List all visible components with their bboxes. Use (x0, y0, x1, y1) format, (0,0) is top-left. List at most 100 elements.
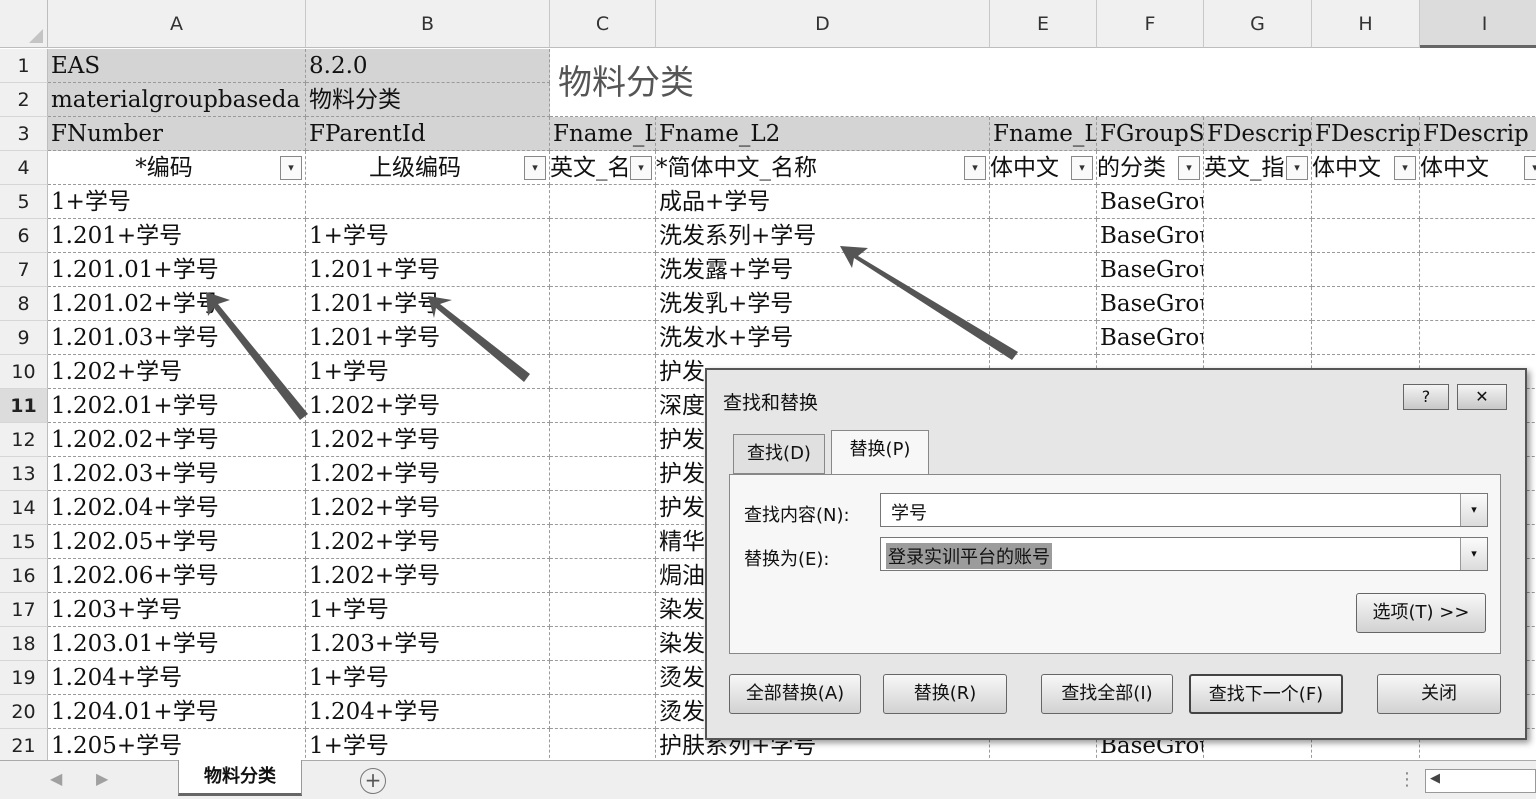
cell-f5[interactable]: BaseGroupStandard (1097, 185, 1204, 219)
close-icon[interactable]: ✕ (1457, 384, 1507, 410)
filter-dropdown-icon[interactable]: ▾ (1394, 156, 1416, 180)
select-all-corner[interactable] (0, 0, 48, 48)
cell-i8[interactable] (1420, 287, 1536, 321)
cell-b9[interactable]: 1.201+学号 (306, 321, 550, 355)
cell-c17[interactable] (550, 593, 656, 627)
cell-i7[interactable] (1420, 253, 1536, 287)
cell-c14[interactable] (550, 491, 656, 525)
cell-b5[interactable] (306, 185, 550, 219)
cell-h7[interactable] (1312, 253, 1420, 287)
cell-c15[interactable] (550, 525, 656, 559)
next-sheet-icon[interactable]: ▶ (96, 769, 108, 788)
cell-c19[interactable] (550, 661, 656, 695)
cell-f3[interactable]: FGroupSt (1097, 117, 1204, 151)
cell-f7[interactable]: BaseGroupStandard (1097, 253, 1204, 287)
cell-c16[interactable] (550, 559, 656, 593)
cell-a5[interactable]: 1+学号 (48, 185, 306, 219)
cell-b17[interactable]: 1+学号 (306, 593, 550, 627)
cell-a17[interactable]: 1.203+学号 (48, 593, 306, 627)
replace-button[interactable]: 替换(R) (883, 674, 1007, 714)
column-header-b[interactable]: B (306, 0, 550, 48)
column-header-h[interactable]: H (1312, 0, 1420, 48)
column-header-f[interactable]: F (1097, 0, 1204, 48)
cell-f6[interactable]: BaseGroupStandard (1097, 219, 1204, 253)
cell-d9[interactable]: 洗发水+学号 (656, 321, 990, 355)
column-header-c[interactable]: C (550, 0, 656, 48)
cell-e8[interactable] (990, 287, 1097, 321)
cell-a10[interactable]: 1.202+学号 (48, 355, 306, 389)
cell-a6[interactable]: 1.201+学号 (48, 219, 306, 253)
cell-d6[interactable]: 洗发系列+学号 (656, 219, 990, 253)
cell-g5[interactable] (1204, 185, 1312, 219)
cell-h5[interactable] (1312, 185, 1420, 219)
row-header-6[interactable]: 6 (0, 219, 48, 253)
cell-c9[interactable] (550, 321, 656, 355)
cell-b4[interactable]: 上级编码 ▾ (306, 151, 550, 185)
cell-a21[interactable]: 1.205+学号 (48, 729, 306, 760)
row-header-17[interactable]: 17 (0, 593, 48, 627)
cell-c3[interactable]: Fname_L1 (550, 117, 656, 151)
cell-h6[interactable] (1312, 219, 1420, 253)
cell-e5[interactable] (990, 185, 1097, 219)
cell-c7[interactable] (550, 253, 656, 287)
cell-a12[interactable]: 1.202.02+学号 (48, 423, 306, 457)
cell-c10[interactable] (550, 355, 656, 389)
row-header-1[interactable]: 1 (0, 49, 48, 83)
cell-a2[interactable]: materialgroupbaseda (48, 83, 306, 117)
cell-g9[interactable] (1204, 321, 1312, 355)
row-header-8[interactable]: 8 (0, 287, 48, 321)
filter-dropdown-icon[interactable]: ▾ (630, 156, 652, 180)
cell-b10[interactable]: 1+学号 (306, 355, 550, 389)
row-header-9[interactable]: 9 (0, 321, 48, 355)
cell-a20[interactable]: 1.204.01+学号 (48, 695, 306, 729)
cell-a15[interactable]: 1.202.05+学号 (48, 525, 306, 559)
cell-a1[interactable]: EAS (48, 49, 306, 83)
filter-dropdown-icon[interactable]: ▾ (1178, 156, 1200, 180)
cell-c11[interactable] (550, 389, 656, 423)
cell-c21[interactable] (550, 729, 656, 760)
filter-dropdown-icon[interactable]: ▾ (964, 156, 986, 180)
cell-a3[interactable]: FNumber (48, 117, 306, 151)
options-button[interactable]: 选项(T) >> (1356, 593, 1486, 633)
replace-all-button[interactable]: 全部替换(A) (729, 674, 861, 714)
cell-a16[interactable]: 1.202.06+学号 (48, 559, 306, 593)
close-button[interactable]: 关闭 (1377, 674, 1501, 714)
cell-g7[interactable] (1204, 253, 1312, 287)
cell-d8[interactable]: 洗发乳+学号 (656, 287, 990, 321)
row-header-3[interactable]: 3 (0, 117, 48, 151)
cell-c8[interactable] (550, 287, 656, 321)
row-header-21[interactable]: 21 (0, 729, 48, 760)
cell-b20[interactable]: 1.204+学号 (306, 695, 550, 729)
column-header-g[interactable]: G (1204, 0, 1312, 48)
cell-a9[interactable]: 1.201.03+学号 (48, 321, 306, 355)
cell-b21[interactable]: 1+学号 (306, 729, 550, 760)
cell-g6[interactable] (1204, 219, 1312, 253)
column-header-a[interactable]: A (48, 0, 306, 48)
cell-f4[interactable]: 的分类 ▾ (1097, 151, 1204, 185)
cell-g8[interactable] (1204, 287, 1312, 321)
chevron-down-icon[interactable]: ▾ (1460, 538, 1487, 570)
cell-b7[interactable]: 1.201+学号 (306, 253, 550, 287)
row-header-16[interactable]: 16 (0, 559, 48, 593)
cell-g4[interactable]: 英文_指 ▾ (1204, 151, 1312, 185)
cell-b13[interactable]: 1.202+学号 (306, 457, 550, 491)
cell-e4[interactable]: 体中文 ▾ (990, 151, 1097, 185)
cell-c12[interactable] (550, 423, 656, 457)
tab-replace[interactable]: 替换(P) (831, 430, 929, 474)
find-what-input[interactable]: 学号 ▾ (880, 493, 1488, 527)
row-header-13[interactable]: 13 (0, 457, 48, 491)
column-header-d[interactable]: D (656, 0, 990, 48)
cell-e3[interactable]: Fname_L3 (990, 117, 1097, 151)
cell-a14[interactable]: 1.202.04+学号 (48, 491, 306, 525)
row-header-2[interactable]: 2 (0, 83, 48, 117)
cell-f9[interactable]: BaseGroupStandard (1097, 321, 1204, 355)
cell-d7[interactable]: 洗发露+学号 (656, 253, 990, 287)
row-header-20[interactable]: 20 (0, 695, 48, 729)
filter-dropdown-icon[interactable]: ▾ (280, 156, 302, 180)
row-header-14[interactable]: 14 (0, 491, 48, 525)
row-header-18[interactable]: 18 (0, 627, 48, 661)
cell-e9[interactable] (990, 321, 1097, 355)
row-header-4[interactable]: 4 (0, 151, 48, 185)
cell-f8[interactable]: BaseGroupStandard (1097, 287, 1204, 321)
sheet-tab-material-category[interactable]: 物料分类 (178, 760, 302, 796)
